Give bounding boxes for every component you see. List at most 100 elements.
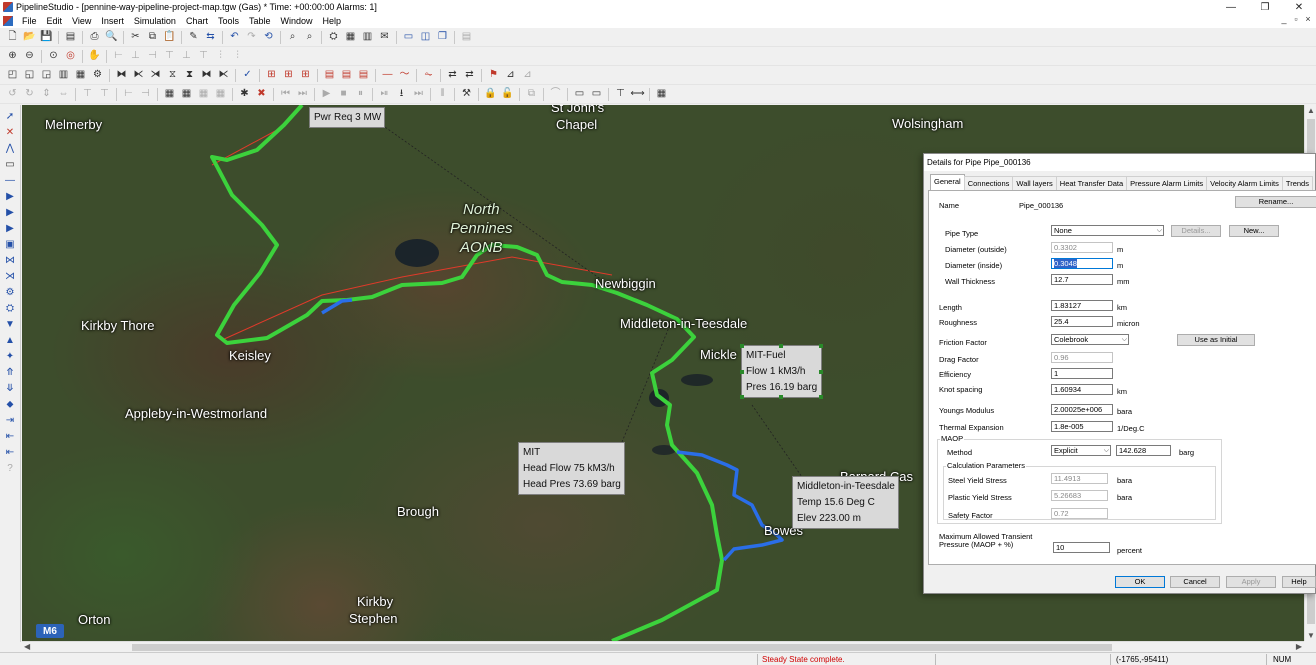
menu-window[interactable]: Window — [275, 16, 317, 26]
friction-factor-select[interactable]: Colebrook ⌵ — [1051, 334, 1129, 345]
menu-edit[interactable]: Edit — [42, 16, 68, 26]
line-icon[interactable]: — — [381, 69, 394, 82]
diameter-inside-field[interactable]: 0.3048 — [1051, 258, 1113, 269]
cooler-tool-icon[interactable]: ✦ — [4, 351, 17, 364]
heater-icon[interactable]: ⧗ — [183, 69, 196, 82]
load-state-icon[interactable]: ▭ — [590, 88, 603, 101]
callout-mit-fuel[interactable]: MIT-Fuel Flow 1 kM3/h Pres 16.19 barg — [740, 344, 823, 399]
node-tool-icon[interactable]: ▶ — [4, 223, 17, 236]
maop-value-field[interactable]: 142.628 — [1116, 445, 1171, 456]
scroll-down-icon[interactable]: ▼ — [1307, 631, 1315, 640]
youngs-modulus-field[interactable]: 2.00025e+006 — [1051, 404, 1113, 415]
delete-icon[interactable]: ✕ — [4, 127, 17, 140]
efficiency-field[interactable]: 1 — [1051, 368, 1113, 379]
table-dim2-icon[interactable]: ▦ — [214, 88, 227, 101]
pan-icon[interactable]: ✋ — [88, 50, 101, 63]
drag-factor-field[interactable]: 0.96 — [1051, 352, 1113, 363]
delivery-icon[interactable]: ◲ — [40, 69, 53, 82]
notes-icon[interactable]: ▤ — [460, 31, 473, 44]
rotate-right-icon[interactable]: ↻ — [23, 88, 36, 101]
details-button[interactable]: Details... — [1171, 225, 1221, 237]
grid-more-icon[interactable]: ⊞ — [299, 69, 312, 82]
selection-handle[interactable] — [740, 395, 744, 399]
network-icon[interactable]: ⛭ — [327, 31, 340, 44]
storage-tool-icon[interactable]: ▣ — [4, 239, 17, 252]
tab-wall-layers[interactable]: Wall layers — [1012, 176, 1057, 190]
connect-icon[interactable]: ⇆ — [204, 31, 217, 44]
cut-icon[interactable]: ✂ — [129, 31, 142, 44]
selection-handle[interactable] — [819, 395, 823, 399]
max-transient-field[interactable]: 10 — [1053, 542, 1110, 553]
menu-simulation[interactable]: Simulation — [129, 16, 181, 26]
zoom-in-icon[interactable]: ⊕ — [6, 50, 19, 63]
resistance-tool-icon[interactable]: ⤋ — [4, 383, 17, 396]
close-button[interactable]: ✕ — [1282, 0, 1316, 14]
node-icon[interactable]: ◰ — [6, 69, 19, 82]
refresh-icon[interactable]: ⟲ — [262, 31, 275, 44]
callout-power-requirement[interactable]: Pwr Req 3 MW — [309, 107, 385, 128]
tools-icon[interactable]: ⚒ — [460, 88, 473, 101]
download-icon[interactable]: ⭳ — [395, 88, 408, 101]
line-tool-icon[interactable]: — — [4, 175, 17, 188]
check-valve-tool-icon[interactable]: ⋊ — [4, 271, 17, 284]
help-tool-icon[interactable]: ? — [4, 463, 17, 476]
compressor-tool-icon[interactable]: ⛭ — [4, 303, 17, 316]
pause-icon[interactable]: ⏸ — [354, 88, 367, 101]
resistance-icon[interactable]: ⧖ — [166, 69, 179, 82]
menu-chart[interactable]: Chart — [181, 16, 213, 26]
marker-icon[interactable]: ⫴ — [436, 88, 449, 101]
menu-tools[interactable]: Tools — [213, 16, 244, 26]
align-middle-icon[interactable]: ⊥ — [180, 50, 193, 63]
copy-icon[interactable]: ⧉ — [146, 31, 159, 44]
distribute-v-icon[interactable]: ⫶ — [231, 50, 244, 63]
table-dim-icon[interactable]: ▦ — [197, 88, 210, 101]
storage-icon[interactable]: ▦ — [74, 69, 87, 82]
step-end-icon[interactable]: ⏭ — [412, 88, 425, 101]
export-icon[interactable]: ▦ — [655, 88, 668, 101]
lock-icon[interactable]: 🔒 — [484, 88, 497, 101]
grid-icon[interactable]: ⊞ — [265, 69, 278, 82]
thermal-expansion-field[interactable]: 1.8e-005 — [1051, 421, 1113, 432]
zoom-out-icon[interactable]: ⊖ — [23, 50, 36, 63]
new-file-icon[interactable]: 🗋 — [6, 31, 19, 44]
find-next-icon[interactable]: ⌕ — [303, 31, 316, 44]
table-red-icon[interactable]: ▦ — [180, 88, 193, 101]
use-as-initial-button[interactable]: Use as Initial — [1177, 334, 1255, 346]
heater-tool-icon[interactable]: ▲ — [4, 335, 17, 348]
regulator-icon[interactable]: ⧕ — [149, 69, 162, 82]
valve-alt-tool-icon[interactable]: ⬥ — [4, 399, 17, 412]
pin-icon[interactable]: ⊤ — [81, 88, 94, 101]
unlock-icon[interactable]: 🔓 — [501, 88, 514, 101]
layout-cascade-icon[interactable]: ▭ — [402, 31, 415, 44]
flip-v-icon[interactable]: ⇕ — [40, 88, 53, 101]
trend-icon[interactable]: ⇄ — [446, 69, 459, 82]
save-icon[interactable]: 💾 — [40, 31, 53, 44]
save-state-icon[interactable]: ▭ — [573, 88, 586, 101]
step-back-icon[interactable]: ⊢ — [122, 88, 135, 101]
mdi-close-button[interactable]: × — [1302, 14, 1314, 28]
axis-alt-icon[interactable]: ⊿ — [521, 69, 534, 82]
redo-icon[interactable]: ↷ — [245, 31, 258, 44]
profile-icon[interactable]: ⏦ — [422, 69, 435, 82]
callout-mit[interactable]: MIT Head Flow 75 kM3/h Head Pres 73.69 b… — [518, 442, 625, 495]
selection-handle[interactable] — [740, 344, 744, 348]
table-icon[interactable]: ▦ — [344, 31, 357, 44]
rectangle-icon[interactable]: ▭ — [4, 159, 17, 172]
axis-icon[interactable]: ⊿ — [504, 69, 517, 82]
comment-icon[interactable]: ✉ — [378, 31, 391, 44]
plastic-yield-field[interactable]: 5.26683 — [1051, 490, 1108, 501]
station-icon[interactable]: ▥ — [57, 69, 70, 82]
selection-handle[interactable] — [740, 370, 744, 374]
stop-run-icon[interactable]: ✖ — [255, 88, 268, 101]
report-more-icon[interactable]: ▤ — [357, 69, 370, 82]
document-icon[interactable] — [3, 16, 13, 26]
open-folder-icon[interactable]: 📂 — [23, 31, 36, 44]
menu-view[interactable]: View — [67, 16, 96, 26]
horizontal-scroll-thumb[interactable] — [132, 644, 1112, 651]
selection-handle[interactable] — [779, 344, 783, 348]
wall-thickness-field[interactable]: 12.7 — [1051, 274, 1113, 285]
rename-button[interactable]: Rename... — [1235, 196, 1316, 208]
valve-tool-icon[interactable]: ⋈ — [4, 255, 17, 268]
align-bottom-icon[interactable]: ⊤ — [197, 50, 210, 63]
merge-icon[interactable]: ⟷ — [630, 88, 644, 101]
